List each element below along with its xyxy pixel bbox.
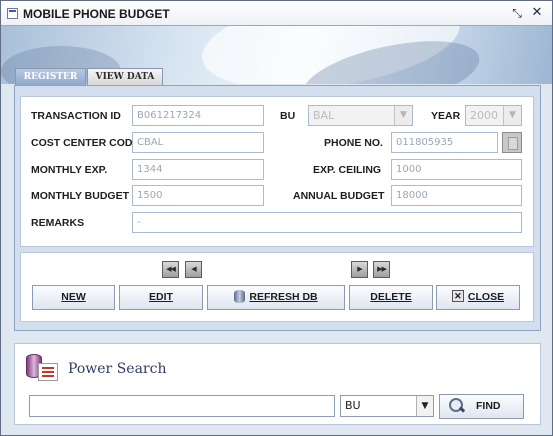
magnifier-icon — [448, 397, 466, 415]
phone-no-label: PHONE NO. — [324, 137, 383, 149]
dropdown-arrow-icon[interactable]: ▼ — [394, 106, 412, 125]
dropdown-arrow-icon[interactable]: ▼ — [503, 106, 521, 125]
search-filter-dropdown[interactable]: BU ▼ — [340, 395, 434, 417]
transaction-id-label: TRANSACTION ID — [31, 110, 121, 122]
tab-register[interactable]: REGISTER — [15, 68, 86, 85]
annual-budget-field[interactable]: 18000 — [391, 185, 522, 206]
cost-center-code-label: COST CENTER CODE — [31, 137, 140, 149]
tab-view-data[interactable]: VIEW DATA — [87, 68, 163, 85]
monthly-exp-field[interactable]: 1344 — [132, 159, 264, 180]
bu-label: BU — [280, 110, 296, 122]
remarks-label: REMARKS — [31, 217, 85, 229]
monthly-exp-label: MONTHLY EXP. — [31, 164, 108, 176]
remarks-field[interactable]: - — [132, 212, 522, 233]
phone-lookup-icon[interactable] — [502, 132, 522, 153]
previous-record-icon[interactable]: ◀ — [185, 261, 202, 278]
year-label: YEAR — [431, 110, 461, 122]
dropdown-arrow-icon[interactable]: ▼ — [416, 396, 433, 416]
exp-ceiling-field[interactable]: 1000 — [391, 159, 522, 180]
refresh-db-label: REFRESH DB — [249, 291, 318, 303]
find-label: FIND — [476, 400, 501, 412]
close-button[interactable]: ✕ CLOSE — [436, 285, 520, 310]
next-record-icon[interactable]: ▶ — [351, 261, 368, 278]
first-record-icon[interactable]: ◀◀ — [162, 261, 179, 278]
power-search-title: Power Search — [68, 361, 167, 377]
restore-icon[interactable]: ⤡ — [509, 5, 525, 21]
title-bar: MOBILE PHONE BUDGET ⤡ ✕ — [1, 1, 552, 26]
exp-ceiling-label: EXP. CEILING — [313, 164, 382, 176]
refresh-db-button[interactable]: REFRESH DB — [207, 285, 345, 310]
bu-dropdown-value: BAL — [313, 109, 335, 122]
database-icon — [234, 289, 246, 303]
last-record-icon[interactable]: ▶▶ — [373, 261, 390, 278]
phone-no-field[interactable]: 011805935 — [391, 132, 498, 153]
year-dropdown[interactable]: 2000 ▼ — [465, 105, 522, 126]
search-input[interactable] — [29, 395, 335, 417]
find-button[interactable]: FIND — [439, 394, 524, 419]
window-title: MOBILE PHONE BUDGET — [23, 7, 170, 21]
year-dropdown-value: 2000 — [470, 109, 498, 122]
close-icon[interactable]: ✕ — [529, 5, 545, 21]
power-search-icon — [26, 354, 60, 384]
new-button[interactable]: NEW — [32, 285, 115, 310]
monthly-budget-label: MONTHLY BUDGET — [31, 190, 130, 202]
close-x-icon: ✕ — [451, 290, 464, 303]
search-filter-value: BU — [345, 399, 361, 412]
close-label: CLOSE — [467, 291, 505, 303]
cost-center-code-field[interactable]: CBAL — [132, 132, 264, 153]
delete-button[interactable]: DELETE — [349, 285, 433, 310]
app-window: MOBILE PHONE BUDGET ⤡ ✕ REGISTER VIEW DA… — [0, 0, 553, 436]
transaction-id-field[interactable]: B061217324 — [132, 105, 264, 126]
bu-dropdown[interactable]: BAL ▼ — [308, 105, 413, 126]
window-icon — [7, 8, 18, 19]
annual-budget-label: ANNUAL BUDGET — [293, 190, 385, 202]
edit-button[interactable]: EDIT — [119, 285, 203, 310]
monthly-budget-field[interactable]: 1500 — [132, 185, 264, 206]
